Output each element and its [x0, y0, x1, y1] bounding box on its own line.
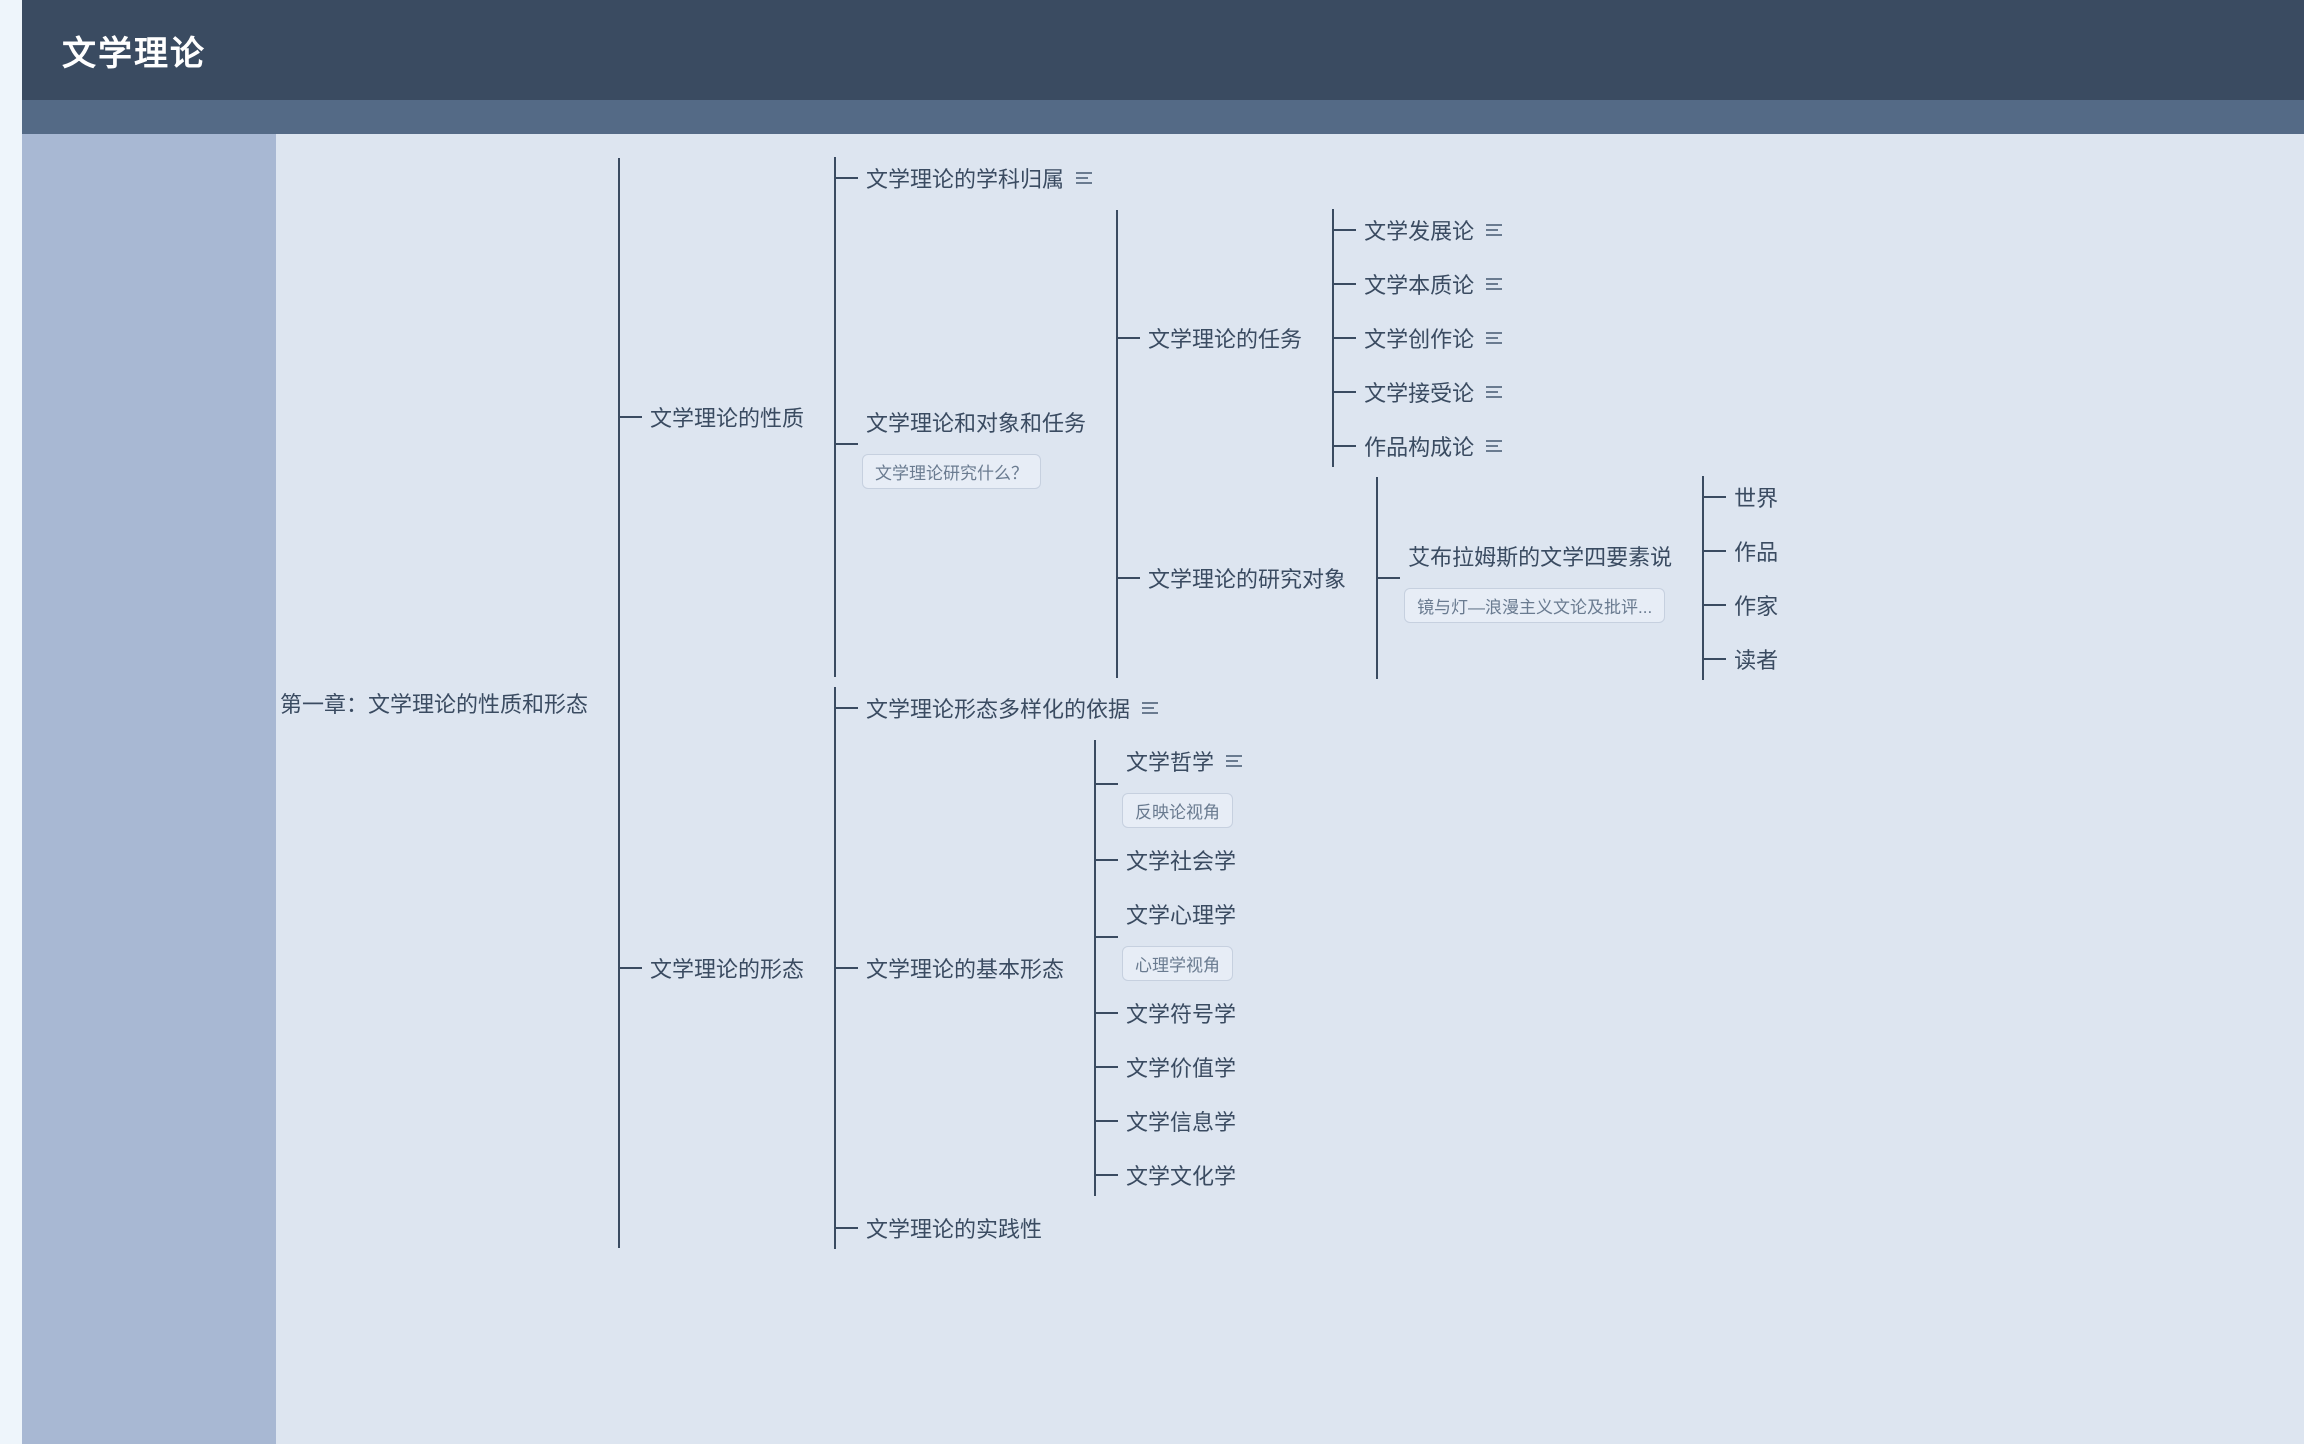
mindmap-node[interactable]: 世界: [1730, 475, 1782, 519]
notes-icon[interactable]: [1226, 755, 1242, 767]
mindmap-children: 文学理论形态多样化的依据文学理论的基本形态 文学哲学反映论视角文学社会学文学心理学…: [834, 687, 1242, 1249]
mindmap-node-label[interactable]: 作家: [1730, 583, 1782, 627]
mindmap-node-label[interactable]: 文学理论的研究对象: [1144, 556, 1350, 600]
mindmap-node-label[interactable]: 文学理论的学科归属: [862, 156, 1068, 200]
mindmap-node-label[interactable]: 文学发展论: [1360, 208, 1478, 252]
mindmap-node-label[interactable]: 文学创作论: [1360, 316, 1478, 360]
mindmap-node[interactable]: 作品构成论: [1360, 424, 1502, 468]
mindmap-node[interactable]: 文学哲学反映论视角: [1122, 739, 1242, 828]
mindmap-children: 文学理论的任务文学发展论文学本质论文学创作论文学接受论作品构成论文学理论的研究对…: [1116, 210, 1782, 678]
app-subheader: [22, 100, 2304, 134]
mindmap-children: 艾布拉姆斯的文学四要素说镜与灯—浪漫主义文论及批评... 世界作品作家读者: [1376, 477, 1782, 679]
mindmap-root: 第一章：文学理论的性质和形态 文学理论的性质 文学理论的学科归属文学理论和对象和任务…: [276, 134, 2304, 1248]
mindmap-node-caption: 反映论视角: [1122, 793, 1233, 828]
mindmap-node-label[interactable]: 文学理论的实践性: [862, 1206, 1046, 1250]
mindmap-children: 世界作品作家读者: [1702, 476, 1782, 680]
mindmap-node[interactable]: 文学符号学: [1122, 991, 1242, 1035]
notes-icon[interactable]: [1486, 386, 1502, 398]
mindmap-node-label[interactable]: 文学理论的形态: [646, 946, 808, 990]
mindmap-node-label[interactable]: 文学理论和对象和任务: [862, 400, 1090, 444]
notes-icon[interactable]: [1486, 440, 1502, 452]
mindmap-node-label[interactable]: 文学社会学: [1122, 838, 1240, 882]
mindmap-node-label[interactable]: 文学理论的任务: [1144, 316, 1306, 360]
notes-icon[interactable]: [1076, 172, 1092, 184]
mindmap-children: 文学理论的学科归属文学理论和对象和任务文学理论研究什么？文学理论的任务文学发展论…: [834, 157, 1782, 677]
page-title: 文学理论: [62, 26, 206, 75]
mindmap-node[interactable]: 文学理论的实践性: [862, 1206, 1242, 1250]
mindmap-node[interactable]: 文学接受论: [1360, 370, 1502, 414]
mindmap-node[interactable]: 文学创作论: [1360, 316, 1502, 360]
mindmap-node-label[interactable]: 作品构成论: [1360, 424, 1478, 468]
mindmap-node-caption: 镜与灯—浪漫主义文论及批评...: [1404, 588, 1665, 623]
mindmap-node-label[interactable]: 艾布拉姆斯的文学四要素说: [1404, 534, 1676, 578]
notes-icon[interactable]: [1486, 278, 1502, 290]
sidebar-rail: [22, 134, 276, 1444]
app-header: 文学理论: [22, 0, 2304, 100]
mindmap-node[interactable]: 文学本质论: [1360, 262, 1502, 306]
mindmap-node[interactable]: 文学价值学: [1122, 1045, 1242, 1089]
mindmap-node[interactable]: 文学发展论: [1360, 208, 1502, 252]
mindmap-node-label[interactable]: 作品: [1730, 529, 1782, 573]
mindmap-node[interactable]: 文学理论的基本形态文学哲学反映论视角文学社会学文学心理学心理学视角文学符号学文学…: [862, 740, 1242, 1196]
mindmap-node-label[interactable]: 文学文化学: [1122, 1153, 1240, 1197]
mindmap-node-caption: 文学理论研究什么？: [862, 454, 1041, 489]
mindmap-node-label[interactable]: 文学理论的性质: [646, 395, 808, 439]
mindmap-node-label[interactable]: 文学接受论: [1360, 370, 1478, 414]
mindmap-node-label[interactable]: 文学信息学: [1122, 1099, 1240, 1143]
mindmap-node-label[interactable]: 文学本质论: [1360, 262, 1478, 306]
mindmap-node-label[interactable]: 文学哲学: [1122, 739, 1218, 783]
mindmap-node[interactable]: 文学理论的学科归属: [862, 156, 1782, 200]
notes-icon[interactable]: [1142, 702, 1158, 714]
mindmap-node[interactable]: 第一章：文学理论的性质和形态 文学理论的性质 文学理论的学科归属文学理论和对象和任务…: [276, 158, 1782, 1248]
mindmap-children: 文学哲学反映论视角文学社会学文学心理学心理学视角文学符号学文学价值学文学信息学文…: [1094, 740, 1242, 1196]
mindmap-node[interactable]: 读者: [1730, 637, 1782, 681]
mindmap-node-label[interactable]: 文学理论的基本形态: [862, 946, 1068, 990]
mindmap-children: 文学发展论文学本质论文学创作论文学接受论作品构成论: [1332, 209, 1502, 467]
mindmap-node-label[interactable]: 文学价值学: [1122, 1045, 1240, 1089]
mindmap-node[interactable]: 文学社会学: [1122, 838, 1242, 882]
notes-icon[interactable]: [1486, 224, 1502, 236]
mindmap-node[interactable]: 文学理论形态多样化的依据: [862, 686, 1242, 730]
mindmap-canvas[interactable]: 第一章：文学理论的性质和形态 文学理论的性质 文学理论的学科归属文学理论和对象和任务…: [276, 134, 2304, 1444]
mindmap-children: 文学理论的性质 文学理论的学科归属文学理论和对象和任务文学理论研究什么？ 文学理论的…: [618, 158, 1782, 1248]
notes-icon[interactable]: [1486, 332, 1502, 344]
mindmap-node[interactable]: 作品: [1730, 529, 1782, 573]
mindmap-node-label[interactable]: 第一章：文学理论的性质和形态: [276, 681, 592, 725]
mindmap-node-label[interactable]: 世界: [1730, 475, 1782, 519]
mindmap-node-label[interactable]: 文学理论形态多样化的依据: [862, 686, 1134, 730]
mindmap-node[interactable]: 文学理论和对象和任务文学理论研究什么？文学理论的任务文学发展论文学本质论文学创作…: [862, 210, 1782, 678]
mindmap-node[interactable]: 艾布拉姆斯的文学四要素说镜与灯—浪漫主义文论及批评... 世界作品作家读者: [1404, 476, 1782, 680]
mindmap-node[interactable]: 文学信息学: [1122, 1099, 1242, 1143]
mindmap-node[interactable]: 文学理论的任务文学发展论文学本质论文学创作论文学接受论作品构成论: [1144, 209, 1782, 467]
mindmap-node[interactable]: 文学心理学心理学视角: [1122, 892, 1242, 981]
mindmap-node[interactable]: 文学理论的研究对象 艾布拉姆斯的文学四要素说镜与灯—浪漫主义文论及批评... 世界作…: [1144, 477, 1782, 679]
mindmap-node-label[interactable]: 读者: [1730, 637, 1782, 681]
mindmap-node[interactable]: 文学理论的形态 文学理论形态多样化的依据文学理论的基本形态 文学哲学反映论视角文学社…: [646, 687, 1782, 1249]
mindmap-node[interactable]: 文学文化学: [1122, 1153, 1242, 1197]
mindmap-node-caption: 心理学视角: [1122, 946, 1233, 981]
mindmap-node[interactable]: 作家: [1730, 583, 1782, 627]
mindmap-node[interactable]: 文学理论的性质 文学理论的学科归属文学理论和对象和任务文学理论研究什么？ 文学理论的…: [646, 157, 1782, 677]
mindmap-node-label[interactable]: 文学符号学: [1122, 991, 1240, 1035]
mindmap-node-label[interactable]: 文学心理学: [1122, 892, 1240, 936]
